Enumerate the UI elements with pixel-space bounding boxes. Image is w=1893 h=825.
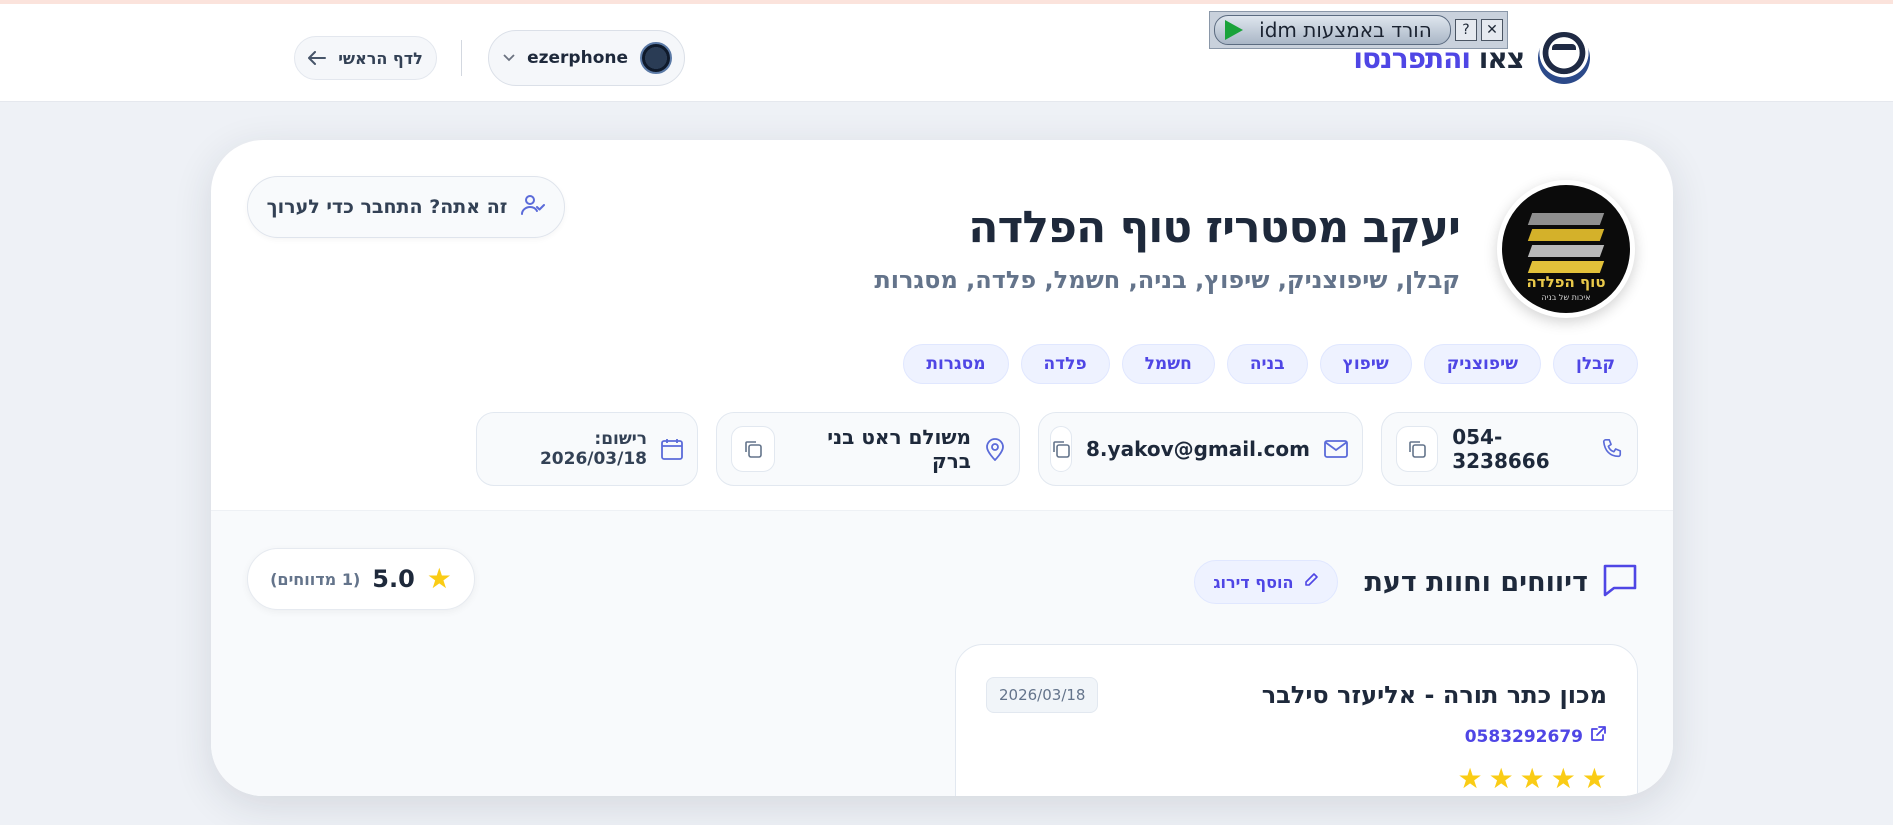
phone-icon (1601, 438, 1623, 460)
avatar-steel-layer-1 (1527, 213, 1605, 225)
copy-icon (745, 441, 762, 458)
add-rating-label: הוסף דירוג (1213, 572, 1294, 592)
avatar-steel-layer-2 (1527, 229, 1605, 241)
idm-help-button[interactable]: ? (1455, 19, 1477, 41)
copy-phone-button[interactable] (1396, 426, 1439, 472)
registered-date: רישום: 2026/03/18 (539, 429, 647, 469)
star-icon: ★ (1550, 762, 1576, 795)
chevron-down-icon (503, 50, 515, 66)
idm-download-bar: הורד באמצעות idm ? ✕ (1209, 11, 1508, 49)
reviews-header: דיווחים וחוות דעת הוסף דירוג (1194, 560, 1638, 604)
contact-registered: רישום: 2026/03/18 (476, 412, 698, 486)
chat-bubble-icon (1602, 563, 1638, 601)
home-button[interactable]: לדף הראשי (294, 36, 437, 80)
tag-chip[interactable]: מסגרות (903, 344, 1009, 384)
avatar-brand-text: טוף הפלדה (1526, 273, 1606, 291)
business-profile-card: טוף הפלדה איכות של בניה יעקב מסטריז טוף … (211, 140, 1673, 796)
reviewer-phone-link[interactable]: 0583292679 (1465, 725, 1607, 748)
home-button-label: לדף הראשי (338, 48, 423, 68)
account-name: ezerphone (527, 48, 628, 68)
contact-location-value: משולם ראט בני ברק (827, 425, 971, 473)
header-divider (461, 40, 462, 76)
add-rating-button[interactable]: הוסף דירוג (1194, 560, 1339, 604)
calendar-icon (661, 438, 683, 460)
service-tags: קבלן שיפוצניק שיפוץ בניה חשמל פלדה מסגרו… (903, 344, 1638, 384)
tag-chip[interactable]: קבלן (1552, 344, 1638, 384)
contact-phone[interactable]: 054-3238666 (1381, 412, 1638, 486)
review-stars: ★ ★ ★ ★ ★ (1457, 765, 1607, 793)
claim-profile-button[interactable]: זה אתה? התחבר כדי לערוך (247, 176, 565, 238)
copy-icon (1409, 441, 1426, 458)
map-pin-icon (985, 437, 1005, 461)
idm-download-button[interactable]: הורד באמצעות idm (1214, 15, 1451, 45)
star-icon: ★ (1581, 762, 1607, 795)
business-title: יעקב מסטריז טוף הפלדה (968, 202, 1461, 253)
rating-count: (1 מדווחים) (270, 569, 361, 589)
star-icon: ★ (1488, 762, 1514, 795)
avatar-tagline: איכות של בניה (1541, 293, 1591, 302)
idm-download-label: הורד באמצעות idm (1259, 18, 1432, 42)
copy-location-button[interactable] (731, 426, 776, 472)
copy-icon (1053, 441, 1070, 458)
contact-email-value: 8.yakov@gmail.com (1086, 437, 1310, 461)
site-header: צאו והתפרנסו הורד באמצעות idm ? ✕ ezerph… (0, 4, 1893, 102)
rating-summary: ★ 5.0 (1 מדווחים) (247, 548, 475, 610)
avatar-steel-layer-3 (1527, 245, 1605, 257)
pencil-icon (1303, 572, 1319, 592)
contact-location[interactable]: משולם ראט בני ברק (716, 412, 1020, 486)
account-switcher[interactable]: ezerphone (488, 30, 685, 86)
claim-profile-label: זה אתה? התחבר כדי לערוך (266, 196, 508, 218)
user-check-icon (521, 194, 546, 221)
tag-chip[interactable]: פלדה (1020, 344, 1110, 384)
external-link-icon (1589, 725, 1607, 748)
reviewer-name: מכון כתר תורה - אליעזר סילבר (1261, 681, 1607, 709)
contact-email[interactable]: 8.yakov@gmail.com (1038, 412, 1363, 486)
star-icon: ★ (426, 562, 452, 595)
mail-icon (1324, 440, 1348, 458)
arrow-left-icon (308, 46, 327, 70)
play-icon (1225, 20, 1243, 40)
avatar-steel-layer-4 (1527, 261, 1605, 273)
contact-phone-value: 054-3238666 (1452, 425, 1550, 473)
logo-emblem-icon (1538, 32, 1590, 84)
rating-score: 5.0 (372, 565, 415, 593)
tag-chip[interactable]: חשמל (1121, 344, 1215, 384)
reviews-heading: דיווחים וחוות דעת (1364, 566, 1588, 598)
business-subtitle: קבלן, שיפוצניק, שיפוץ, בניה, חשמל, פלדה,… (874, 266, 1460, 294)
tag-chip[interactable]: בניה (1226, 344, 1308, 384)
copy-email-button[interactable] (1050, 426, 1073, 472)
review-card: מכון כתר תורה - אליעזר סילבר 0583292679 … (955, 644, 1638, 796)
contact-details: 054-3238666 8.yakov@gmail.com משולם ראט … (476, 412, 1638, 486)
business-avatar: טוף הפלדה איכות של בניה (1497, 180, 1635, 318)
reviewer-phone: 0583292679 (1464, 726, 1583, 747)
review-date: 2026/03/18 (986, 677, 1099, 713)
tag-chip[interactable]: שיפוצניק (1423, 344, 1541, 384)
idm-close-button[interactable]: ✕ (1481, 19, 1503, 41)
account-avatar (640, 42, 672, 74)
tag-chip[interactable]: שיפוץ (1319, 344, 1412, 384)
star-icon: ★ (1519, 762, 1545, 795)
star-icon: ★ (1457, 762, 1483, 795)
